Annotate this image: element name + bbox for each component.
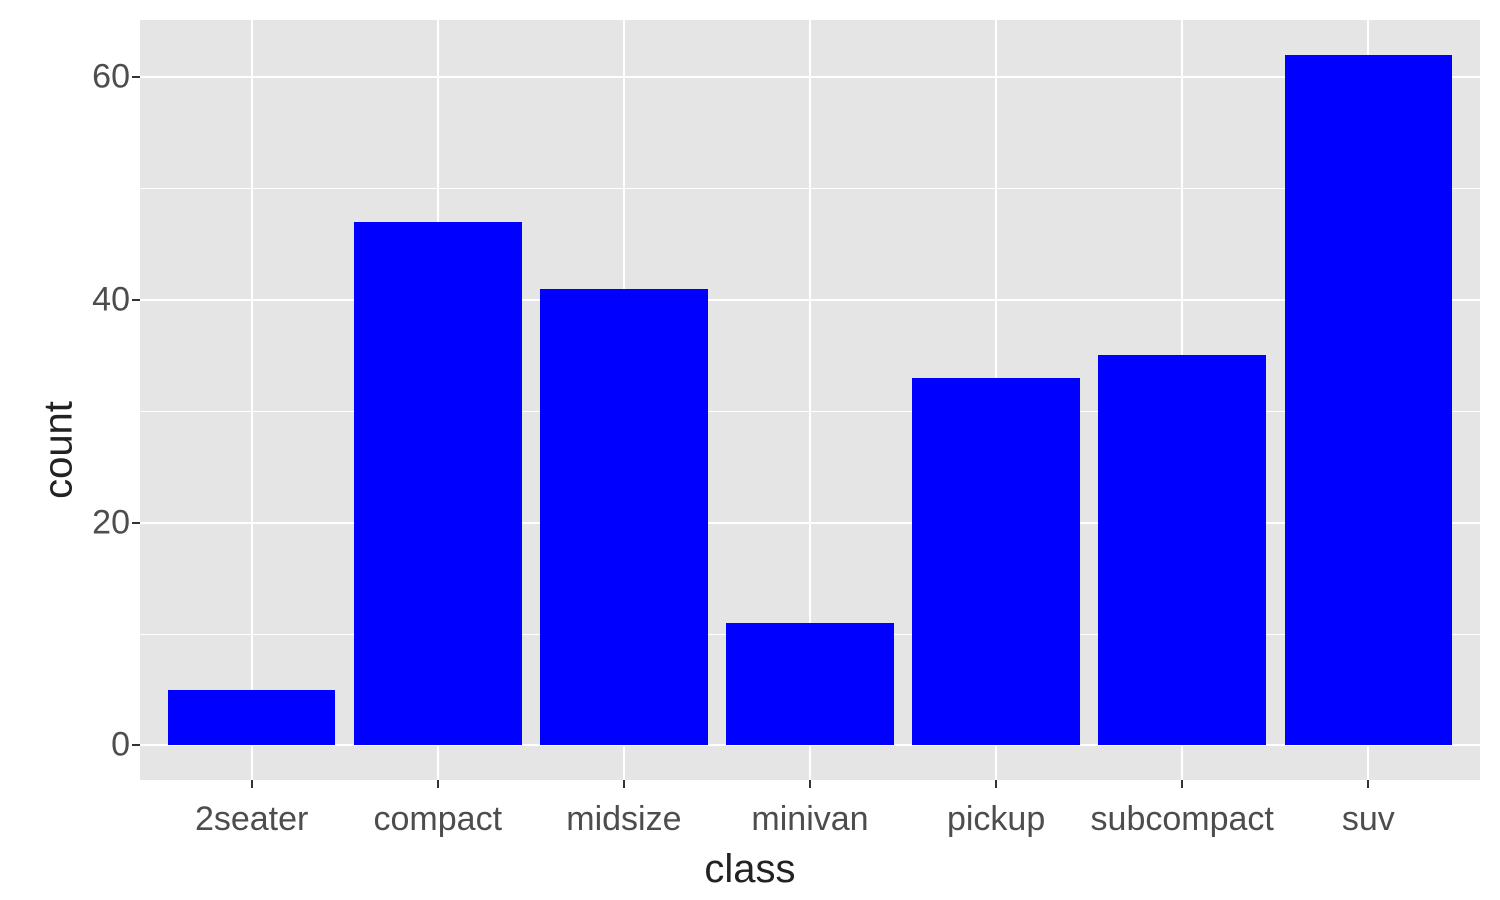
x-tick-mark <box>437 780 439 788</box>
bar-subcompact <box>1098 355 1266 745</box>
y-tick-label: 60 <box>10 57 130 96</box>
x-tick-label: suv <box>1342 800 1395 839</box>
x-tick-label: minivan <box>751 800 868 839</box>
x-tick-mark <box>995 780 997 788</box>
x-tick-mark <box>623 780 625 788</box>
y-tick-label: 20 <box>10 503 130 542</box>
plot-panel <box>140 20 1480 780</box>
y-axis-title: count <box>36 401 81 499</box>
y-tick-label: 40 <box>10 280 130 319</box>
x-tick-label: subcompact <box>1091 800 1274 839</box>
x-tick-label: compact <box>374 800 503 839</box>
y-tick-mark <box>132 76 140 78</box>
x-axis-title: class <box>0 847 1500 892</box>
x-tick-mark <box>1367 780 1369 788</box>
bar-pickup <box>912 378 1080 746</box>
grid-v-major <box>251 20 253 780</box>
x-tick-mark <box>809 780 811 788</box>
chart-container: count class 0 20 40 60 2seater compact midsiz… <box>0 0 1500 900</box>
bar-midsize <box>540 289 708 746</box>
bar-2seater <box>168 690 336 746</box>
bar-suv <box>1285 55 1453 746</box>
x-tick-mark <box>1181 780 1183 788</box>
y-tick-mark <box>132 522 140 524</box>
y-tick-mark <box>132 299 140 301</box>
y-tick-label: 0 <box>10 726 130 765</box>
x-tick-label: midsize <box>566 800 681 839</box>
x-tick-label: pickup <box>947 800 1045 839</box>
bar-minivan <box>726 623 894 746</box>
x-tick-mark <box>251 780 253 788</box>
y-tick-mark <box>132 744 140 746</box>
x-tick-label: 2seater <box>195 800 308 839</box>
bar-compact <box>354 222 522 746</box>
